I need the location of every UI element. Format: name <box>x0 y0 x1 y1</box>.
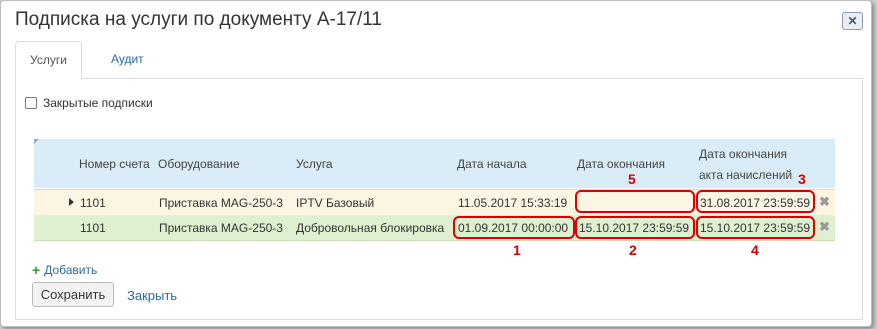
annotation-number-3: 3 <box>798 171 806 187</box>
corner-marker-icon <box>34 139 39 144</box>
close-link[interactable]: Закрыть <box>127 288 177 303</box>
save-button[interactable]: Сохранить <box>32 282 114 307</box>
col-act-end-line1[interactable]: Дата окончания <box>699 147 787 161</box>
subscription-dialog: Подписка на услуги по документу А-17/11 … <box>0 0 872 327</box>
cell-start-date: 11.05.2017 15:33:19 <box>458 196 568 210</box>
tab-services[interactable]: Услуги <box>15 41 82 80</box>
col-act-end-line2: акта начислений <box>699 168 793 182</box>
add-label: Добавить <box>44 263 98 277</box>
annotation-number-4: 4 <box>751 242 759 258</box>
cell-equipment: Приставка MAG-250-3 <box>159 196 283 210</box>
grid-header: Номер счета Оборудование Услуга Дата нач… <box>34 139 835 188</box>
dialog-title: Подписка на услуги по документу А-17/11 <box>15 9 382 30</box>
add-button[interactable]: + Добавить <box>32 262 97 278</box>
highlight-box-1 <box>453 216 575 239</box>
close-icon[interactable]: ✕ <box>842 12 863 30</box>
plus-icon: + <box>32 262 41 278</box>
col-start-date[interactable]: Дата начала <box>457 157 527 171</box>
closed-subscriptions-checkbox[interactable] <box>25 97 37 109</box>
expand-arrow-icon[interactable] <box>69 198 74 206</box>
remove-row-icon[interactable]: ✖ <box>819 194 830 210</box>
closed-subscriptions-filter[interactable]: Закрытые подписки <box>25 96 153 110</box>
highlight-box-3 <box>696 190 815 213</box>
col-account[interactable]: Номер счета <box>79 157 150 171</box>
cell-equipment: Приставка MAG-250-3 <box>159 221 283 235</box>
closed-subscriptions-label: Закрытые подписки <box>43 96 153 110</box>
annotation-number-2: 2 <box>629 242 637 258</box>
cell-service: IPTV Базовый <box>296 196 375 210</box>
remove-row-icon[interactable]: ✖ <box>819 219 830 235</box>
highlight-box-4 <box>696 216 815 239</box>
cell-account: 1101 <box>80 196 106 210</box>
annotation-number-1: 1 <box>513 242 521 258</box>
col-service[interactable]: Услуга <box>296 157 333 171</box>
highlight-box-2 <box>575 216 695 239</box>
cell-service: Добровольная блокировка <box>296 221 445 235</box>
col-end-date[interactable]: Дата окончания <box>577 157 665 171</box>
cell-account: 1101 <box>80 221 106 235</box>
annotation-number-5: 5 <box>628 171 636 187</box>
tab-bar: Услуги Аудит <box>15 41 863 80</box>
highlight-box-5 <box>575 190 695 213</box>
col-equipment[interactable]: Оборудование <box>158 157 240 171</box>
tab-audit[interactable]: Аудит <box>97 41 158 77</box>
